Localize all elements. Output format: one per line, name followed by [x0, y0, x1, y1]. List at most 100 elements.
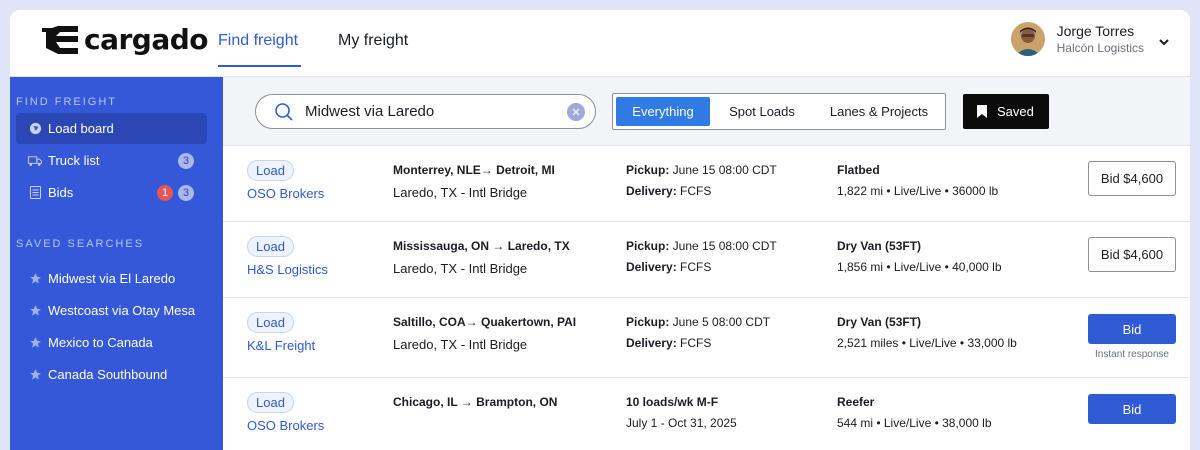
sidebar: FIND FREIGHT Load board Truck list 3 Bid… [10, 77, 223, 450]
user-menu[interactable]: Jorge Torres Halcón Logistics [1010, 22, 1144, 56]
listing-type-tag: Load [247, 160, 294, 181]
pickup-label: Pickup: [626, 239, 670, 253]
frequency-label: 10 loads/wk M-F [626, 395, 719, 409]
pickup: Pickup: June 15 08:00 CDT [626, 239, 777, 253]
bid-button[interactable]: Bid [1088, 394, 1176, 424]
saved-search-label: Midwest via El Laredo [48, 271, 176, 286]
find-freight-heading: FIND FREIGHT [16, 96, 117, 108]
truck-icon [28, 154, 42, 168]
delivery-label: Delivery: [626, 260, 677, 274]
load-row[interactable]: Load H&S Logistics Mississauga, ON → Lar… [223, 222, 1190, 298]
instant-response-note: Instant response [1095, 349, 1169, 360]
pickup-label: Pickup: [626, 315, 670, 329]
segment-everything[interactable]: Everything [616, 97, 710, 126]
delivery-label: Delivery: [626, 184, 677, 198]
border-crossing: Laredo, TX - Intl Bridge [393, 185, 528, 200]
main-content: Midwest via Laredo ✕ Everything Spot Loa… [223, 77, 1190, 450]
top-header: cargado Find freight My freight Jorge To… [10, 10, 1190, 77]
star-icon [28, 272, 42, 286]
listing-type-filter: Everything Spot Loads Lanes & Projects [612, 93, 946, 130]
bid-button[interactable]: Bid [1088, 314, 1176, 344]
cargado-logo[interactable]: cargado [42, 23, 209, 56]
delivery-label: Delivery: [626, 336, 677, 350]
lane-date-range: July 1 - Oct 31, 2025 [626, 416, 737, 430]
app-window: cargado Find freight My freight Jorge To… [10, 10, 1190, 450]
route: Mississauga, ON → Laredo, TX [393, 239, 570, 253]
segment-lanes-projects[interactable]: Lanes & Projects [816, 97, 942, 126]
saved-button-label: Saved [997, 104, 1034, 119]
avatar [1010, 22, 1045, 56]
delivery-value: FCFS [676, 336, 712, 350]
saved-search-label: Canada Southbound [48, 367, 168, 382]
sidebar-item-label: Bids [48, 185, 74, 200]
load-details: 2,521 miles • Live/Live • 33,000 lb [837, 336, 1017, 350]
route: Chicago, IL → Brampton, ON [393, 395, 558, 409]
load-row[interactable]: Load OSO Brokers Chicago, IL → Brampton,… [223, 378, 1190, 450]
saved-search-item[interactable]: Midwest via El Laredo [16, 263, 207, 294]
listing-type-tag: Load [247, 236, 294, 257]
saved-button[interactable]: Saved [963, 94, 1049, 129]
tab-my-freight[interactable]: My freight [338, 32, 408, 50]
saved-search-label: Mexico to Canada [48, 335, 153, 350]
delivery-value: FCFS [676, 184, 712, 198]
star-icon [28, 368, 42, 382]
user-name: Jorge Torres [1056, 23, 1135, 39]
sidebar-item-bids[interactable]: Bids 1 3 [16, 177, 207, 208]
search-icon [275, 103, 293, 121]
broker-link[interactable]: H&S Logistics [247, 262, 328, 277]
sidebar-item-label: Load board [48, 121, 114, 136]
globe-icon [28, 122, 42, 136]
bids-count-badge: 3 [178, 185, 194, 201]
bid-button[interactable]: Bid $4,600 [1088, 161, 1176, 196]
pickup-value: June 15 08:00 CDT [669, 163, 777, 177]
delivery: Delivery: FCFS [626, 260, 711, 274]
saved-search-item[interactable]: Mexico to Canada [16, 327, 207, 358]
segment-spot-loads[interactable]: Spot Loads [716, 97, 808, 126]
route: Monterrey, NLE→ Detroit, MI [393, 163, 555, 177]
user-org: Halcón Logistics [1056, 41, 1144, 55]
sidebar-item-label: Truck list [48, 153, 100, 168]
pickup-label: Pickup: [626, 163, 670, 177]
clear-icon[interactable]: ✕ [567, 103, 585, 121]
equipment-type: Dry Van (53FT) [837, 315, 922, 329]
border-crossing: Laredo, TX - Intl Bridge [393, 337, 528, 352]
equipment-type: Dry Van (53FT) [837, 239, 922, 253]
broker-link[interactable]: K&L Freight [247, 338, 315, 353]
search-toolbar: Midwest via Laredo ✕ Everything Spot Loa… [223, 77, 1190, 146]
load-details: 1,856 mi • Live/Live • 40,000 lb [837, 260, 1002, 274]
logo-text: cargado [84, 23, 209, 56]
pickup: Pickup: June 15 08:00 CDT [626, 163, 777, 177]
equipment-type: Reefer [837, 395, 875, 409]
saved-search-item[interactable]: Canada Southbound [16, 359, 207, 390]
load-details: 1,822 mi • Live/Live • 36000 lb [837, 184, 999, 198]
bids-alert-badge: 1 [157, 185, 173, 201]
bid-button[interactable]: Bid $4,600 [1088, 237, 1176, 272]
saved-searches-heading: SAVED SEARCHES [16, 238, 145, 250]
pickup-value: June 5 08:00 CDT [669, 315, 771, 329]
load-row[interactable]: Load K&L Freight Saltillo, COA→ Quakerto… [223, 298, 1190, 378]
pickup: Pickup: June 5 08:00 CDT [626, 315, 770, 329]
load-row[interactable]: Load OSO Brokers Monterrey, NLE→ Detroit… [223, 146, 1190, 222]
listing-type-tag: Load [247, 392, 294, 413]
lane-frequency: 10 loads/wk M-F [626, 395, 718, 409]
pickup-value: June 15 08:00 CDT [669, 239, 777, 253]
delivery-value: FCFS [676, 260, 712, 274]
sidebar-item-truck-list[interactable]: Truck list 3 [16, 145, 207, 176]
saved-search-item[interactable]: Westcoast via Otay Mesa [16, 295, 207, 326]
load-details: 544 mi • Live/Live • 38,000 lb [837, 416, 992, 430]
broker-link[interactable]: OSO Brokers [247, 418, 324, 433]
border-crossing: Laredo, TX - Intl Bridge [393, 261, 528, 276]
truck-count-badge: 3 [178, 153, 194, 169]
active-tab-underline [218, 65, 301, 67]
sidebar-item-load-board[interactable]: Load board [16, 113, 207, 144]
search-input[interactable]: Midwest via Laredo ✕ [255, 94, 596, 129]
document-icon [28, 186, 42, 200]
star-icon [28, 304, 42, 318]
bookmark-icon [977, 105, 987, 118]
equipment-type: Flatbed [837, 163, 880, 177]
tab-find-freight[interactable]: Find freight [218, 32, 298, 50]
delivery: Delivery: FCFS [626, 336, 711, 350]
chevron-down-icon[interactable] [1156, 34, 1172, 50]
broker-link[interactable]: OSO Brokers [247, 186, 324, 201]
saved-search-label: Westcoast via Otay Mesa [48, 303, 196, 318]
